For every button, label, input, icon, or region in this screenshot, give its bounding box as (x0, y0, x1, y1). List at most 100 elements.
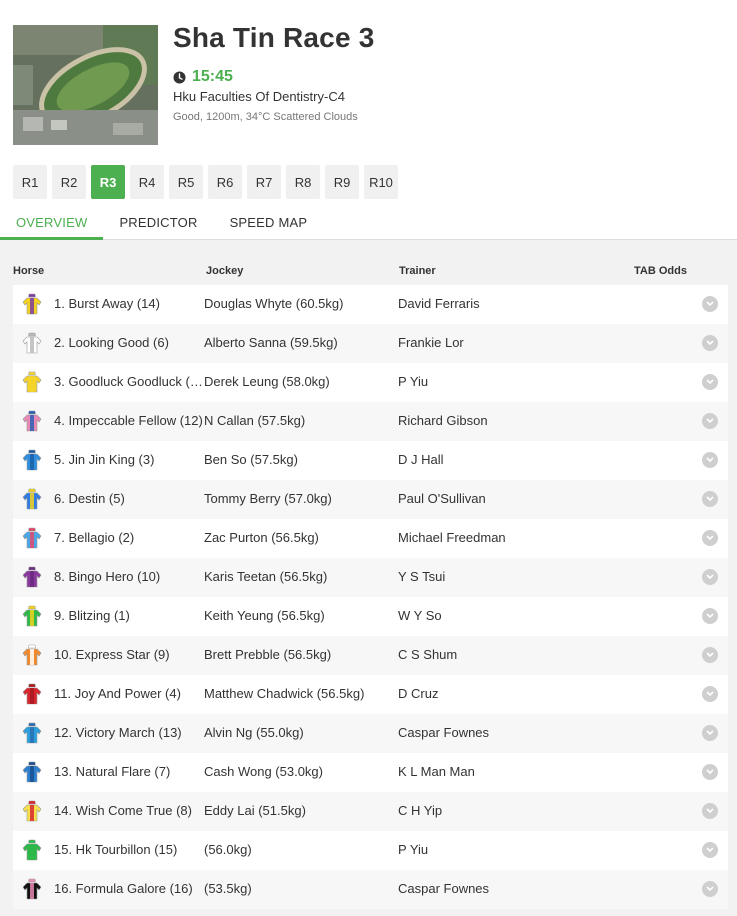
jockey-silks-icon (22, 293, 42, 315)
chevron-down-icon[interactable] (702, 374, 718, 390)
jockey-name: Karis Teetan (56.5kg) (204, 569, 328, 584)
runners-list: 1. Burst Away (14) Douglas Whyte (60.5kg)… (13, 285, 728, 909)
chevron-down-icon[interactable] (702, 647, 718, 663)
jockey-name: (53.5kg) (204, 881, 252, 896)
horse-name[interactable]: 2. Looking Good (6) (54, 335, 203, 350)
trainer-name: Y S Tsui (398, 569, 446, 584)
chevron-down-icon[interactable] (702, 569, 718, 585)
race-time-row: 15:45 (173, 68, 233, 86)
table-row[interactable]: 2. Looking Good (6) Alberto Sanna (59.5kg… (13, 324, 728, 363)
race-tab-r6[interactable]: R6 (208, 165, 242, 199)
jockey-name: (56.0kg) (204, 842, 252, 857)
horse-name[interactable]: 6. Destin (5) (54, 491, 203, 506)
chevron-down-icon[interactable] (702, 413, 718, 429)
tab-predictor[interactable]: PREDICTOR (103, 207, 213, 240)
table-row[interactable]: 8. Bingo Hero (10) Karis Teetan (56.5kg) Y… (13, 558, 728, 597)
chevron-down-icon[interactable] (702, 842, 718, 858)
jockey-name: Douglas Whyte (60.5kg) (204, 296, 344, 311)
jockey-silks-icon (22, 878, 42, 900)
horse-name[interactable]: 16. Formula Galore (16) (54, 881, 203, 896)
tab-speed-map[interactable]: SPEED MAP (214, 207, 324, 240)
chevron-down-icon[interactable] (702, 530, 718, 546)
jockey-silks-icon (22, 488, 42, 510)
chevron-down-icon[interactable] (702, 608, 718, 624)
horse-name[interactable]: 14. Wish Come True (8) (54, 803, 203, 818)
race-name: Hku Faculties Of Dentistry-C4 (173, 89, 345, 104)
jockey-silks-icon (22, 839, 42, 861)
table-row[interactable]: 1. Burst Away (14) Douglas Whyte (60.5kg)… (13, 285, 728, 324)
table-row[interactable]: 15. Hk Tourbillon (15) (56.0kg) P Yiu (13, 831, 728, 870)
trainer-name: W Y So (398, 608, 442, 623)
chevron-down-icon[interactable] (702, 725, 718, 741)
trainer-name: Caspar Fownes (398, 881, 490, 896)
jockey-name: Zac Purton (56.5kg) (204, 530, 319, 545)
header-trainer: Trainer (399, 265, 436, 277)
chevron-down-icon[interactable] (702, 881, 718, 897)
table-row[interactable]: 12. Victory March (13) Alvin Ng (55.0kg) C… (13, 714, 728, 753)
jockey-name: Derek Leung (58.0kg) (204, 374, 330, 389)
horse-name[interactable]: 11. Joy And Power (4) (54, 686, 203, 701)
chevron-down-icon[interactable] (702, 803, 718, 819)
race-tab-r3[interactable]: R3 (91, 165, 125, 199)
race-tab-r8[interactable]: R8 (286, 165, 320, 199)
jockey-name: Keith Yeung (56.5kg) (204, 608, 325, 623)
jockey-silks-icon (22, 605, 42, 627)
race-tab-r9[interactable]: R9 (325, 165, 359, 199)
chevron-down-icon[interactable] (702, 764, 718, 780)
trainer-name: C H Yip (398, 803, 443, 818)
table-row[interactable]: 6. Destin (5) Tommy Berry (57.0kg) Paul O'… (13, 480, 728, 519)
table-row[interactable]: 13. Natural Flare (7) Cash Wong (53.0kg) K… (13, 753, 728, 792)
jockey-name: Ben So (57.5kg) (204, 452, 298, 467)
jockey-silks-icon (22, 371, 42, 393)
trainer-name: Richard Gibson (398, 413, 488, 428)
race-tab-r4[interactable]: R4 (130, 165, 164, 199)
trainer-name: D Cruz (398, 686, 439, 701)
horse-name[interactable]: 15. Hk Tourbillon (15) (54, 842, 203, 857)
race-tab-r2[interactable]: R2 (52, 165, 86, 199)
race-number-tabs: R1 R2 R3 R4 R5 R6 R7 R8 R9 R10 (13, 165, 403, 199)
horse-name[interactable]: 12. Victory March (13) (54, 725, 203, 740)
race-tab-r7[interactable]: R7 (247, 165, 281, 199)
table-row[interactable]: 7. Bellagio (2) Zac Purton (56.5kg) Michae… (13, 519, 728, 558)
chevron-down-icon[interactable] (702, 335, 718, 351)
horse-name[interactable]: 3. Goodluck Goodluck (11) (54, 374, 203, 389)
trainer-name: Michael Freedman (398, 530, 506, 545)
trainer-name: Frankie Lor (398, 335, 464, 350)
header-tab-odds: TAB Odds (634, 265, 687, 277)
chevron-down-icon[interactable] (702, 491, 718, 507)
tab-overview[interactable]: OVERVIEW (0, 207, 104, 240)
jockey-name: Matthew Chadwick (56.5kg) (204, 686, 365, 701)
horse-name[interactable]: 9. Blitzing (1) (54, 608, 203, 623)
horse-name[interactable]: 5. Jin Jin King (3) (54, 452, 203, 467)
trainer-name: P Yiu (398, 842, 429, 857)
chevron-down-icon[interactable] (702, 452, 718, 468)
horse-name[interactable]: 4. Impeccable Fellow (12) (54, 413, 203, 428)
table-row[interactable]: 14. Wish Come True (8) Eddy Lai (51.5kg) C… (13, 792, 728, 831)
trainer-name: D J Hall (398, 452, 444, 467)
chevron-down-icon[interactable] (702, 686, 718, 702)
table-row[interactable]: 9. Blitzing (1) Keith Yeung (56.5kg) W Y S… (13, 597, 728, 636)
horse-name[interactable]: 8. Bingo Hero (10) (54, 569, 203, 584)
race-tab-r5[interactable]: R5 (169, 165, 203, 199)
horse-name[interactable]: 7. Bellagio (2) (54, 530, 203, 545)
table-row[interactable]: 3. Goodluck Goodluck (11) Derek Leung (58… (13, 363, 728, 402)
horse-name[interactable]: 10. Express Star (9) (54, 647, 203, 662)
horse-name[interactable]: 1. Burst Away (14) (54, 296, 203, 311)
table-row[interactable]: 16. Formula Galore (16) (53.5kg) Caspar Fo… (13, 870, 728, 909)
race-tab-r10[interactable]: R10 (364, 165, 398, 199)
runners-table: Horse Jockey Trainer TAB Odds 1. Burst A… (0, 240, 737, 916)
race-tab-r1[interactable]: R1 (13, 165, 47, 199)
jockey-silks-icon (22, 761, 42, 783)
table-row[interactable]: 11. Joy And Power (4) Matthew Chadwick (5… (13, 675, 728, 714)
table-row[interactable]: 10. Express Star (9) Brett Prebble (56.5k… (13, 636, 728, 675)
jockey-name: Eddy Lai (51.5kg) (204, 803, 306, 818)
jockey-silks-icon (22, 722, 42, 744)
trainer-name: Caspar Fownes (398, 725, 490, 740)
header-jockey: Jockey (206, 265, 244, 277)
horse-name[interactable]: 13. Natural Flare (7) (54, 764, 203, 779)
view-tabs: OVERVIEW PREDICTOR SPEED MAP (0, 207, 737, 240)
table-row[interactable]: 4. Impeccable Fellow (12) N Callan (57.5k… (13, 402, 728, 441)
chevron-down-icon[interactable] (702, 296, 718, 312)
race-conditions: Good, 1200m, 34°C Scattered Clouds (173, 111, 358, 123)
table-row[interactable]: 5. Jin Jin King (3) Ben So (57.5kg) D J Ha… (13, 441, 728, 480)
